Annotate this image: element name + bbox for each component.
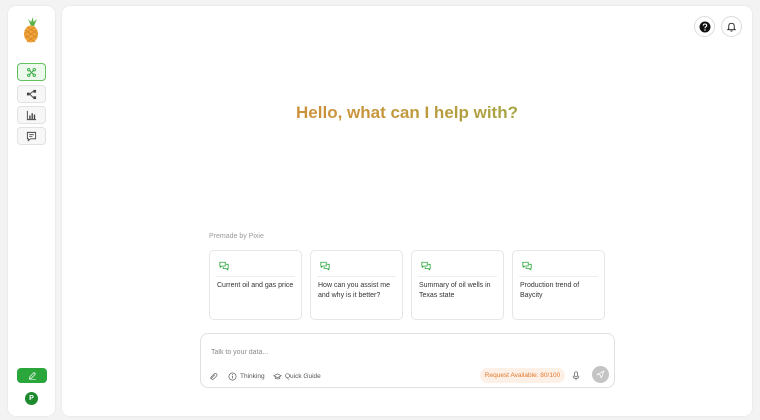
bell-icon [726,22,737,32]
pencil-icon [28,371,36,380]
card-divider [418,276,497,277]
notification-button[interactable] [721,16,742,37]
chat-input[interactable] [211,346,591,358]
quick-guide-label: Quick Guide [285,372,321,380]
premade-card[interactable]: Current oil and gas price [209,250,302,320]
new-chat-button[interactable] [17,368,47,383]
network-icon [27,67,36,77]
chat-composer: Thinking Quick Guide Request Available: … [200,333,615,388]
nav-analytics-button[interactable] [17,106,46,124]
chat-bubbles-icon [421,261,431,271]
quick-guide-button[interactable]: Quick Guide [273,370,321,382]
message-icon [26,131,37,142]
request-available-badge: Request Available: 80/100 [480,368,565,383]
pineapple-logo-icon[interactable] [21,16,41,44]
card-text: Current oil and gas price [217,282,294,289]
info-circle-icon [228,372,237,380]
card-text: Production trend of Baycity [520,282,580,299]
greeting-heading: Hello, what can I help with? [62,103,752,123]
help-button[interactable] [694,16,715,37]
thinking-toggle[interactable]: Thinking [228,370,265,382]
nav-chat-button[interactable] [17,63,46,81]
chat-bubbles-icon [522,261,532,271]
card-divider [216,276,295,277]
avatar[interactable]: P [25,392,38,405]
attach-button[interactable] [209,370,218,382]
premade-card[interactable]: Production trend of Baycity [512,250,605,320]
nodes-icon [26,89,37,99]
premade-card[interactable]: How can you assist me and why is it bett… [310,250,403,320]
paperclip-icon [210,372,218,380]
sidebar: P [8,6,55,416]
premade-label: Premade by Pixie [209,233,264,240]
main-panel: Hello, what can I help with? Premade by … [62,6,752,416]
graduation-cap-icon [273,372,282,379]
send-button[interactable] [592,366,609,383]
thinking-label: Thinking [240,372,265,380]
premade-card[interactable]: Summary of oil wells in Texas state [411,250,504,320]
send-icon [596,370,605,379]
help-icon [699,21,710,32]
chat-bubbles-icon [320,261,330,271]
card-divider [317,276,396,277]
nav-messages-button[interactable] [17,127,46,145]
microphone-button[interactable] [570,369,582,383]
card-divider [519,276,598,277]
chat-bubbles-icon [219,261,229,271]
bar-chart-icon [26,110,37,120]
nav-workflow-button[interactable] [17,85,46,103]
microphone-icon [572,371,580,381]
card-text: Summary of oil wells in Texas state [419,282,491,299]
card-text: How can you assist me and why is it bett… [318,282,390,299]
